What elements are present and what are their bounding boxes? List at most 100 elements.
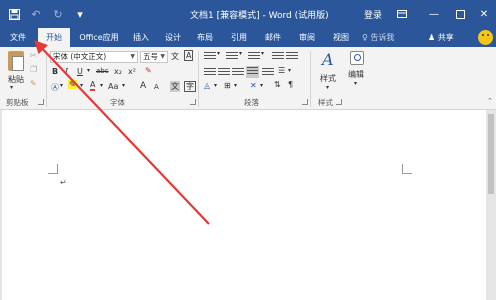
group-separator [46,51,47,107]
ribbon-tabs: 文件 开始 Office应用 插入 设计 布局 引用 邮件 审阅 视图 ♀ 告诉… [0,28,496,47]
align-center-icon[interactable] [218,68,230,77]
paste-dropdown-icon[interactable]: ▾ [10,84,13,91]
font-size-select[interactable]: 五号 ▼ [140,51,168,63]
decrease-indent-icon[interactable] [272,52,284,61]
ribbon-display-options-icon[interactable] [392,4,412,24]
find-icon[interactable] [350,51,364,65]
align-left-icon[interactable] [204,68,216,77]
font-name-value: 宋体 (中文正文) [53,52,107,61]
clipboard-dialog-launcher-icon[interactable] [38,99,44,105]
grow-font-button[interactable]: A [140,81,146,91]
show-marks-icon[interactable]: ¶ [288,80,293,89]
tab-mailings[interactable]: 邮件 [260,28,286,47]
distributed-icon[interactable] [262,68,274,77]
sort-icon[interactable]: ⇅ [274,80,281,89]
underline-button[interactable]: U [77,67,83,76]
tell-me-box[interactable]: ♀ 告诉我 [362,28,394,47]
underline-dropdown-icon[interactable]: ▾ [87,67,90,74]
copy-icon[interactable]: ❐ [30,65,37,74]
smiley-feedback-icon[interactable] [478,30,493,45]
font-color-button[interactable]: A [90,80,96,91]
login-link[interactable]: 登录 [364,8,382,21]
numbering-icon[interactable] [226,52,238,61]
clear-formatting-icon[interactable]: ✎ [145,66,152,75]
enclose-char-icon[interactable]: 字 [184,81,196,92]
align-right-icon[interactable] [232,68,244,77]
superscript-button[interactable]: x² [128,67,136,76]
increase-indent-icon[interactable] [286,52,298,61]
font-group-label: 字体 [110,98,125,107]
shading-icon[interactable]: ◬ [204,81,210,90]
borders-icon[interactable]: ⊞ [224,81,231,90]
save-icon[interactable] [6,6,22,22]
bold-button[interactable]: B [52,67,58,76]
tab-layout[interactable]: 布局 [192,28,218,47]
chinese-layout-icon[interactable]: ✕ [250,81,257,90]
paragraph-dialog-launcher-icon[interactable] [302,99,308,105]
paste-icon[interactable] [8,51,24,71]
crop-mark-top-left [48,164,58,174]
multilevel-dropdown-icon[interactable]: ▾ [261,50,264,57]
italic-button[interactable]: I [65,67,68,76]
shrink-font-button[interactable]: A [154,83,159,91]
line-spacing-dropdown-icon[interactable]: ▾ [288,67,291,74]
window-title: 文档1 [兼容模式] - Word (试用版) [190,11,329,21]
justify-icon[interactable] [246,66,259,78]
bullets-icon[interactable] [204,52,216,61]
text-effects-icon[interactable]: Ⓐ [51,82,59,93]
minimize-icon[interactable]: — [424,4,444,24]
editing-dropdown-icon[interactable]: ▾ [354,80,357,87]
font-dialog-launcher-icon[interactable] [190,99,196,105]
char-shading-button[interactable]: 文 [170,81,180,92]
document-area: ↵ [0,110,496,300]
shading-dropdown-icon[interactable]: ▾ [214,82,217,89]
styles-dropdown-icon[interactable]: ▾ [326,84,329,91]
undo-icon[interactable]: ↶ [28,6,44,22]
text-effects-dropdown-icon[interactable]: ▾ [60,82,63,89]
tab-design[interactable]: 设计 [160,28,186,47]
share-button[interactable]: ♟ 共享 [424,28,458,47]
chinese-layout-dropdown-icon[interactable]: ▾ [260,82,263,89]
tab-home[interactable]: 开始 [38,28,70,47]
vertical-scrollbar[interactable] [486,110,496,300]
change-case-button[interactable]: Aa [108,82,118,91]
char-border-icon[interactable]: A [184,50,194,61]
styles-dialog-launcher-icon[interactable] [336,99,342,105]
line-spacing-icon[interactable]: ☰ [278,66,285,75]
ribbon-home: 粘贴 ▾ ✂ ❐ ✎ 剪贴板 宋体 (中文正文) ▼ 五号 ▼ 文 A B I … [0,47,496,110]
multilevel-list-icon[interactable] [248,52,260,61]
clipboard-group-label: 剪贴板 [6,98,29,107]
highlight-dropdown-icon[interactable]: ▾ [80,82,83,89]
subscript-button[interactable]: x₂ [114,67,122,76]
tab-view[interactable]: 视图 [328,28,354,47]
format-painter-icon[interactable]: ✎ [30,79,37,88]
editing-button-label[interactable]: 编辑 [348,69,364,80]
tab-review[interactable]: 审阅 [294,28,320,47]
styles-button-label[interactable]: 样式 [320,73,336,84]
styles-icon[interactable]: A [322,50,338,69]
change-case-dropdown-icon[interactable]: ▾ [122,82,125,89]
tab-insert[interactable]: 插入 [128,28,154,47]
close-icon[interactable]: ✕ [474,4,494,24]
tab-file[interactable]: 文件 [4,28,32,47]
font-name-select[interactable]: 宋体 (中文正文) ▼ [50,51,138,63]
font-size-value: 五号 [143,52,158,61]
font-color-dropdown-icon[interactable]: ▾ [100,82,103,89]
cut-icon[interactable]: ✂ [30,51,37,60]
strikethrough-button[interactable]: abc [96,67,109,75]
borders-dropdown-icon[interactable]: ▾ [234,82,237,89]
tab-office-apps[interactable]: Office应用 [76,28,122,47]
maximize-icon[interactable] [450,4,470,24]
chevron-down-icon: ▼ [130,53,135,60]
collapse-ribbon-icon[interactable]: ⌃ [487,97,493,105]
phonetic-guide-icon[interactable]: 文 [171,51,179,62]
customize-quick-access-icon[interactable]: ▾ [72,6,88,22]
tab-references[interactable]: 引用 [226,28,252,47]
paragraph-group-label: 段落 [244,98,259,107]
document-page[interactable]: ↵ [2,110,486,300]
numbering-dropdown-icon[interactable]: ▾ [239,50,242,57]
redo-icon[interactable]: ↻ [50,6,66,22]
bullets-dropdown-icon[interactable]: ▾ [217,50,220,57]
highlight-icon[interactable]: ✎ [68,80,77,89]
scrollbar-thumb[interactable] [488,114,494,194]
